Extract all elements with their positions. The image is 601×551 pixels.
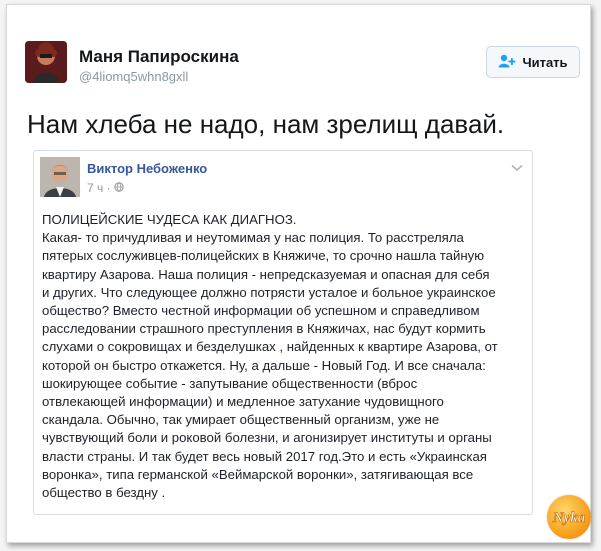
post-body-line: отвлекающей информации) и медленное зату… [42,394,444,410]
post-author-avatar[interactable] [40,157,80,197]
post-body-line: общество? Вместо честной информации об у… [42,303,480,319]
post-body-line: квартиру Азарова. Наша полиция - непредс… [42,266,490,282]
post-body-line: скандала. Обычно, так умирает общественн… [42,412,440,428]
post-body-line: воронка», типа германской «Веймарской во… [42,466,474,482]
watermark-logo: Nyka [547,495,591,539]
watermark-text: Nyka [552,510,586,526]
post-timestamp[interactable]: 7 ч · [87,181,124,195]
post-body-line: чувствующий боли и роковой болезни, и аг… [42,430,492,446]
post-body-line: Какая- то причудливая и неутомимая у нас… [42,230,464,246]
post-body-line: ПОЛИЦЕЙСКИЕ ЧУДЕСА КАК ДИАГНОЗ. [42,212,297,227]
post-body: ПОЛИЦЕЙСКИЕ ЧУДЕСА КАК ДИАГНОЗ. Какая- т… [42,211,528,502]
post-body-line: слухами о сокровищах и безделушках , най… [42,339,498,355]
post-body-line: общество в бездну . [42,485,166,501]
add-user-icon [498,54,516,71]
author-avatar[interactable] [25,41,67,83]
post-author-name[interactable]: Виктор Небоженко [87,161,207,176]
post-time-text: 7 ч · [87,181,111,195]
post-body-line: и других. Что следующее должно потрясти … [42,284,496,300]
follow-button[interactable]: Читать [486,46,580,78]
post-body-line: власти страны. И так будет весь новый 20… [42,448,487,464]
follow-label: Читать [522,54,568,70]
embedded-facebook-post[interactable]: Виктор Небоженко 7 ч · ПОЛИЦЕЙСКИЕ ЧУДЕС… [33,150,533,515]
post-body-line: пятерых сослуживцев-полицейских в Княжич… [42,248,485,264]
tweet-card: Маня Папироскина @4liomq5whn8gxll Читать… [6,4,591,543]
chevron-down-icon[interactable] [511,159,523,177]
globe-icon [113,181,124,195]
post-body-line: которой он быстро откажется. Ну, а дальш… [42,357,486,373]
tweet-text: Нам хлеба не надо, нам зрелищ давай. [27,109,505,139]
post-body-line: расследовании страшного преступления в К… [42,321,486,337]
post-body-line: шокирующее событие - запутывание обществ… [42,375,418,391]
author-name[interactable]: Маня Папироскина [79,47,239,67]
author-handle[interactable]: @4liomq5whn8gxll [79,69,188,84]
